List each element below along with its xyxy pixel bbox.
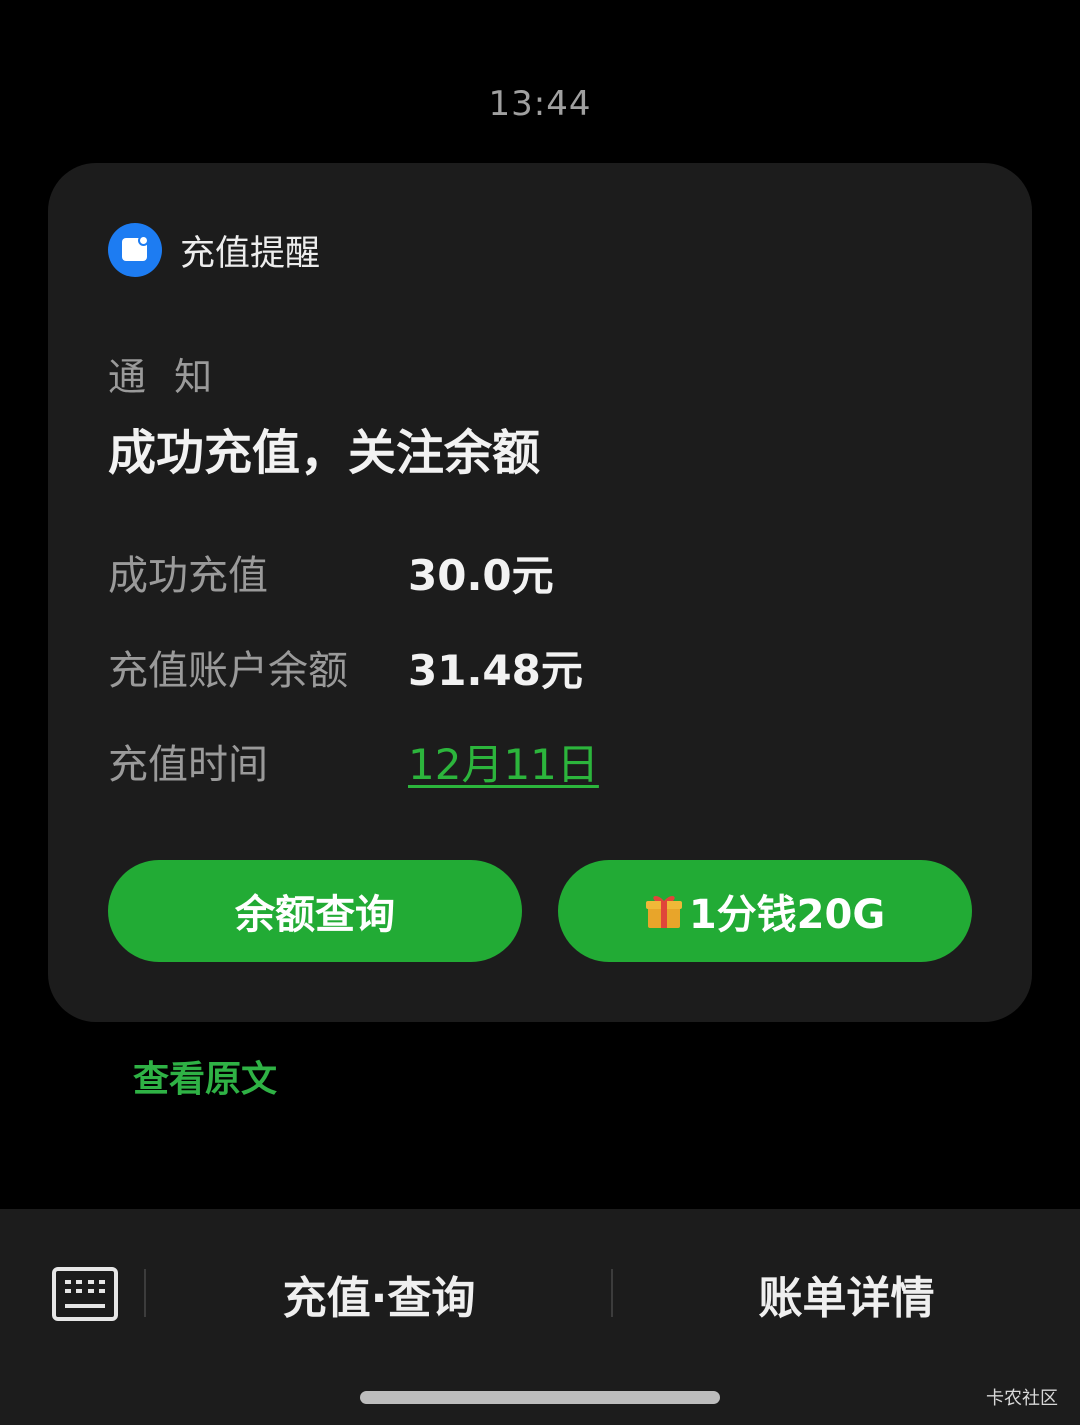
promo-button[interactable]: 1分钱20G — [558, 860, 972, 962]
recharge-date-link[interactable]: 12月11日 — [408, 731, 599, 792]
row-label: 充值账户余额 — [108, 648, 348, 694]
message-type-label: 通 知 — [108, 355, 221, 399]
row-value: 30.0元 — [408, 550, 554, 600]
balance-query-button[interactable]: 余额查询 — [108, 860, 522, 962]
message-title: 成功充值，关注余额 — [108, 425, 541, 481]
watermark: 卡农社区 — [986, 1388, 1058, 1409]
row-value: 31.48元 — [408, 645, 583, 695]
keyboard-icon[interactable] — [52, 1267, 118, 1321]
row-label: 充值时间 — [108, 742, 268, 788]
app-name: 充值提醒 — [180, 233, 321, 274]
view-original-link[interactable]: 查看原文 — [133, 1050, 277, 1102]
menu-item-recharge-query[interactable]: 充值·查询 — [146, 1264, 612, 1324]
notification-header: 充值提醒 — [108, 223, 320, 277]
row-recharge-amount: 成功充值 30.0元 — [108, 544, 554, 600]
status-time: 13:44 — [488, 84, 592, 124]
row-recharge-time: 充值时间 12月11日 — [108, 733, 599, 789]
home-indicator[interactable] — [360, 1391, 720, 1404]
gift-icon — [645, 896, 682, 928]
promo-label: 1分钱20G — [688, 892, 886, 938]
message-app-icon — [108, 223, 162, 277]
menu-item-bill-details[interactable]: 账单详情 — [613, 1264, 1080, 1324]
notification-card: 充值提醒 通 知 成功充值，关注余额 成功充值 30.0元 充值账户余额 31.… — [48, 163, 1032, 1022]
row-account-balance: 充值账户余额 31.48元 — [108, 639, 583, 695]
balance-query-label: 余额查询 — [235, 892, 395, 938]
row-label: 成功充值 — [108, 553, 268, 599]
